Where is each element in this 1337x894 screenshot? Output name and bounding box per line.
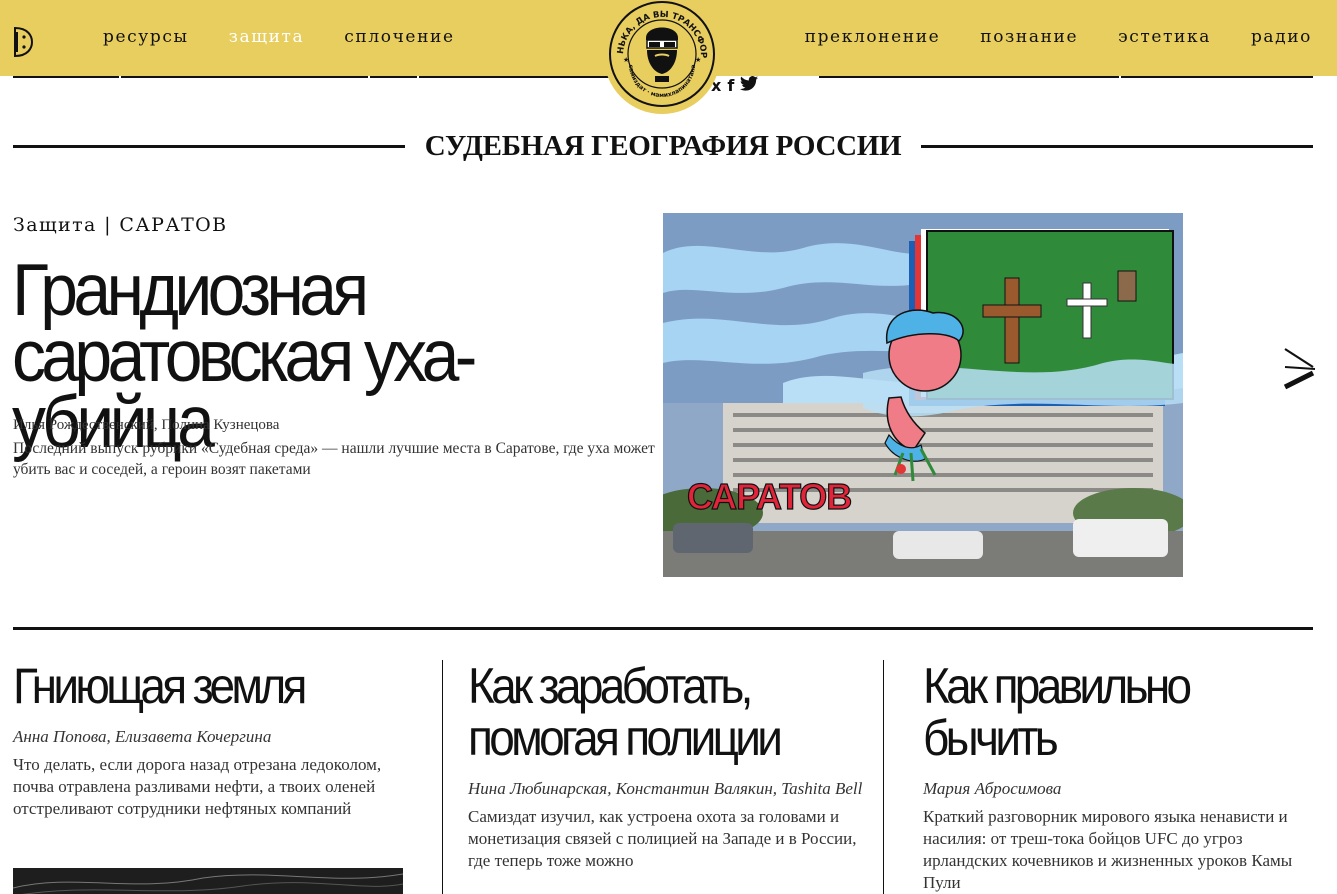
card-authors: Мария Абросимова	[923, 779, 1062, 798]
nav-right: преклонение познание эстетика радио	[765, 27, 1312, 47]
facebook-icon[interactable]: f	[727, 76, 734, 95]
nav-item-aesthetics[interactable]: эстетика	[1118, 27, 1211, 47]
article-card-1[interactable]: Гниющая земля Анна Попова, Елизавета Коч…	[13, 660, 413, 820]
column-divider	[442, 660, 443, 894]
card-image[interactable]	[13, 868, 403, 894]
card-authors: Нина Любинарская, Константин Валякин, Ta…	[468, 779, 863, 798]
next-slide-button[interactable]	[1283, 343, 1317, 391]
card-title-line: бычить	[923, 710, 1059, 766]
card-lead: Что делать, если дорога назад отрезана л…	[13, 755, 382, 818]
section-title: СУДЕБНАЯ ГЕОГРАФИЯ РОССИИ	[424, 129, 902, 162]
column-divider	[883, 660, 884, 894]
card-title-line: помогая полиции	[468, 710, 783, 766]
section-rule-left	[13, 144, 405, 148]
hero-image-caption: САРАТОВ	[687, 476, 851, 517]
svg-text:★: ★	[623, 56, 629, 64]
nav-item-radio[interactable]: радио	[1251, 27, 1312, 47]
hero-image[interactable]: САРАТОВ	[663, 213, 1183, 577]
nav-item-knowledge[interactable]: познание	[980, 27, 1078, 47]
card-title-line: Как заработать,	[468, 658, 753, 714]
section-header: СУДЕБНАЯ ГЕОГРАФИЯ РОССИИ	[13, 128, 1314, 164]
card-title[interactable]: Гниющая земля	[13, 660, 381, 712]
card-authors: Анна Попова, Елизавета Кочергина	[13, 727, 272, 746]
card-title[interactable]: Как правильно бычить	[923, 660, 1286, 764]
svg-text:★: ★	[695, 56, 701, 64]
article-card-3[interactable]: Как правильно бычить Мария Абросимова Кр…	[923, 660, 1318, 894]
nav-item-protection[interactable]: защита	[229, 27, 305, 47]
card-title-line: Как правильно	[923, 658, 1192, 714]
nav-left: ресурсы защита сплочение	[103, 27, 495, 47]
section-divider	[13, 627, 1313, 630]
section-rule-right	[921, 144, 1314, 148]
nav-item-worship[interactable]: преклонение	[805, 27, 941, 47]
card-lead: Краткий разговорник мирового языка ненав…	[923, 807, 1293, 892]
nav-item-resources[interactable]: ресурсы	[103, 27, 189, 47]
site-logo[interactable]: БАТЕНЬКА, ДА ВЫ ТРАНСФОРМЕР самиздат · м…	[599, 0, 721, 120]
hero-lead: Последний выпуск рубрики «Судебная среда…	[13, 440, 655, 478]
hero-authors: Илья Рождественский, Полина Кузнецова	[13, 417, 280, 433]
card-lead: Самиздат изучил, как устроена охота за г…	[468, 807, 857, 870]
article-card-2[interactable]: Как заработать, помогая полиции Нина Люб…	[468, 660, 868, 872]
twitter-icon[interactable]	[740, 76, 759, 95]
nav-item-unity[interactable]: сплочение	[344, 27, 454, 47]
card-title[interactable]: Как заработать, помогая полиции	[468, 660, 836, 764]
hero-category[interactable]: Защита | САРАТОВ	[13, 214, 228, 236]
menu-icon[interactable]	[12, 26, 34, 58]
